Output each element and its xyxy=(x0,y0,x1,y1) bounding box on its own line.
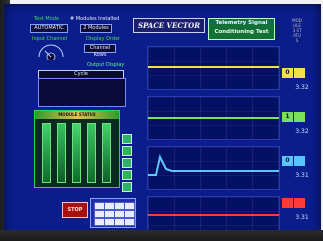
output-display-label: Output Display xyxy=(87,62,125,68)
app-subtitle: Telemetry Signal Conditioning Test xyxy=(208,18,275,40)
plot-grid xyxy=(148,97,279,139)
monitor-screen: Test Mode # Modules Installed AUTOMATIC … xyxy=(4,4,321,239)
plot-grid xyxy=(148,197,279,233)
keypad-grid xyxy=(90,198,136,228)
plot-axis-4 xyxy=(139,199,147,231)
module-bar-3 xyxy=(72,123,81,183)
modules-installed-label: # Modules Installed xyxy=(70,16,120,22)
test-mode-selector[interactable]: AUTOMATIC xyxy=(30,24,68,33)
plot-3 xyxy=(147,146,280,190)
side-button-2[interactable] xyxy=(122,146,132,156)
channel-3-badge: 0 xyxy=(282,156,293,166)
modules-installed-selector[interactable]: 2 Modules xyxy=(80,24,112,33)
module-bar-5 xyxy=(102,123,111,183)
input-channel-knob[interactable] xyxy=(36,42,66,60)
module-bar-4 xyxy=(87,123,96,183)
plot-2 xyxy=(147,96,280,140)
channel-1-indicator xyxy=(294,68,305,78)
display-order-label: Display Order xyxy=(86,36,121,42)
plot-axis-1 xyxy=(139,49,147,89)
module-status-title: MODULE STATUS xyxy=(35,111,119,119)
channel-2-status: 1 xyxy=(282,112,314,122)
channel-4-status xyxy=(282,198,314,208)
channel-3-indicator xyxy=(294,156,305,166)
channel-4-badge xyxy=(282,198,293,208)
channel-4-indicator xyxy=(294,198,305,208)
channel-1-value: 3.32 xyxy=(295,84,309,91)
module-status-header: MODULE 3 STATUS xyxy=(292,18,302,43)
plot-axis-3 xyxy=(139,149,147,189)
plot-4 xyxy=(147,196,280,234)
channel-1-status: 0 xyxy=(282,68,314,78)
keypad-cell[interactable] xyxy=(124,202,135,210)
channel-3-status: 0 xyxy=(282,156,314,166)
channel-2-badge: 1 xyxy=(282,112,293,122)
channel-1-badge: 0 xyxy=(282,68,293,78)
channel-3-value: 3.31 xyxy=(295,172,309,179)
display-order-value: Channel Rows xyxy=(89,45,111,58)
plot-axis-2 xyxy=(139,99,147,139)
display-order-selector[interactable]: Channel Rows xyxy=(84,44,116,58)
plot-grid xyxy=(148,147,279,189)
plot-1 xyxy=(147,46,280,90)
channel-2-indicator xyxy=(294,112,305,122)
module-status-panel: MODULE STATUS xyxy=(34,110,120,188)
test-mode-label: Test Mode xyxy=(34,16,60,22)
modules-installed-value: 2 Modules xyxy=(83,25,109,31)
app-title: SPACE VECTOR xyxy=(133,18,205,33)
monitor-bezel-bottom xyxy=(0,230,323,241)
plot-grid xyxy=(148,47,279,89)
keypad-cell[interactable] xyxy=(124,210,135,218)
module-bar-2 xyxy=(57,123,66,183)
side-button-5[interactable] xyxy=(122,182,132,192)
test-mode-value: AUTOMATIC xyxy=(34,25,64,31)
module-bar-1 xyxy=(42,123,51,183)
side-button-4[interactable] xyxy=(122,170,132,180)
channel-4-value: 3.31 xyxy=(295,214,309,221)
side-button-1[interactable] xyxy=(122,134,132,144)
stop-button[interactable]: STOP xyxy=(62,202,88,218)
output-display-value: Cycle xyxy=(74,71,88,77)
channel-2-value: 3.32 xyxy=(295,128,309,135)
keypad-cell[interactable] xyxy=(124,218,135,226)
output-display-panel xyxy=(38,78,126,107)
side-button-3[interactable] xyxy=(122,158,132,168)
